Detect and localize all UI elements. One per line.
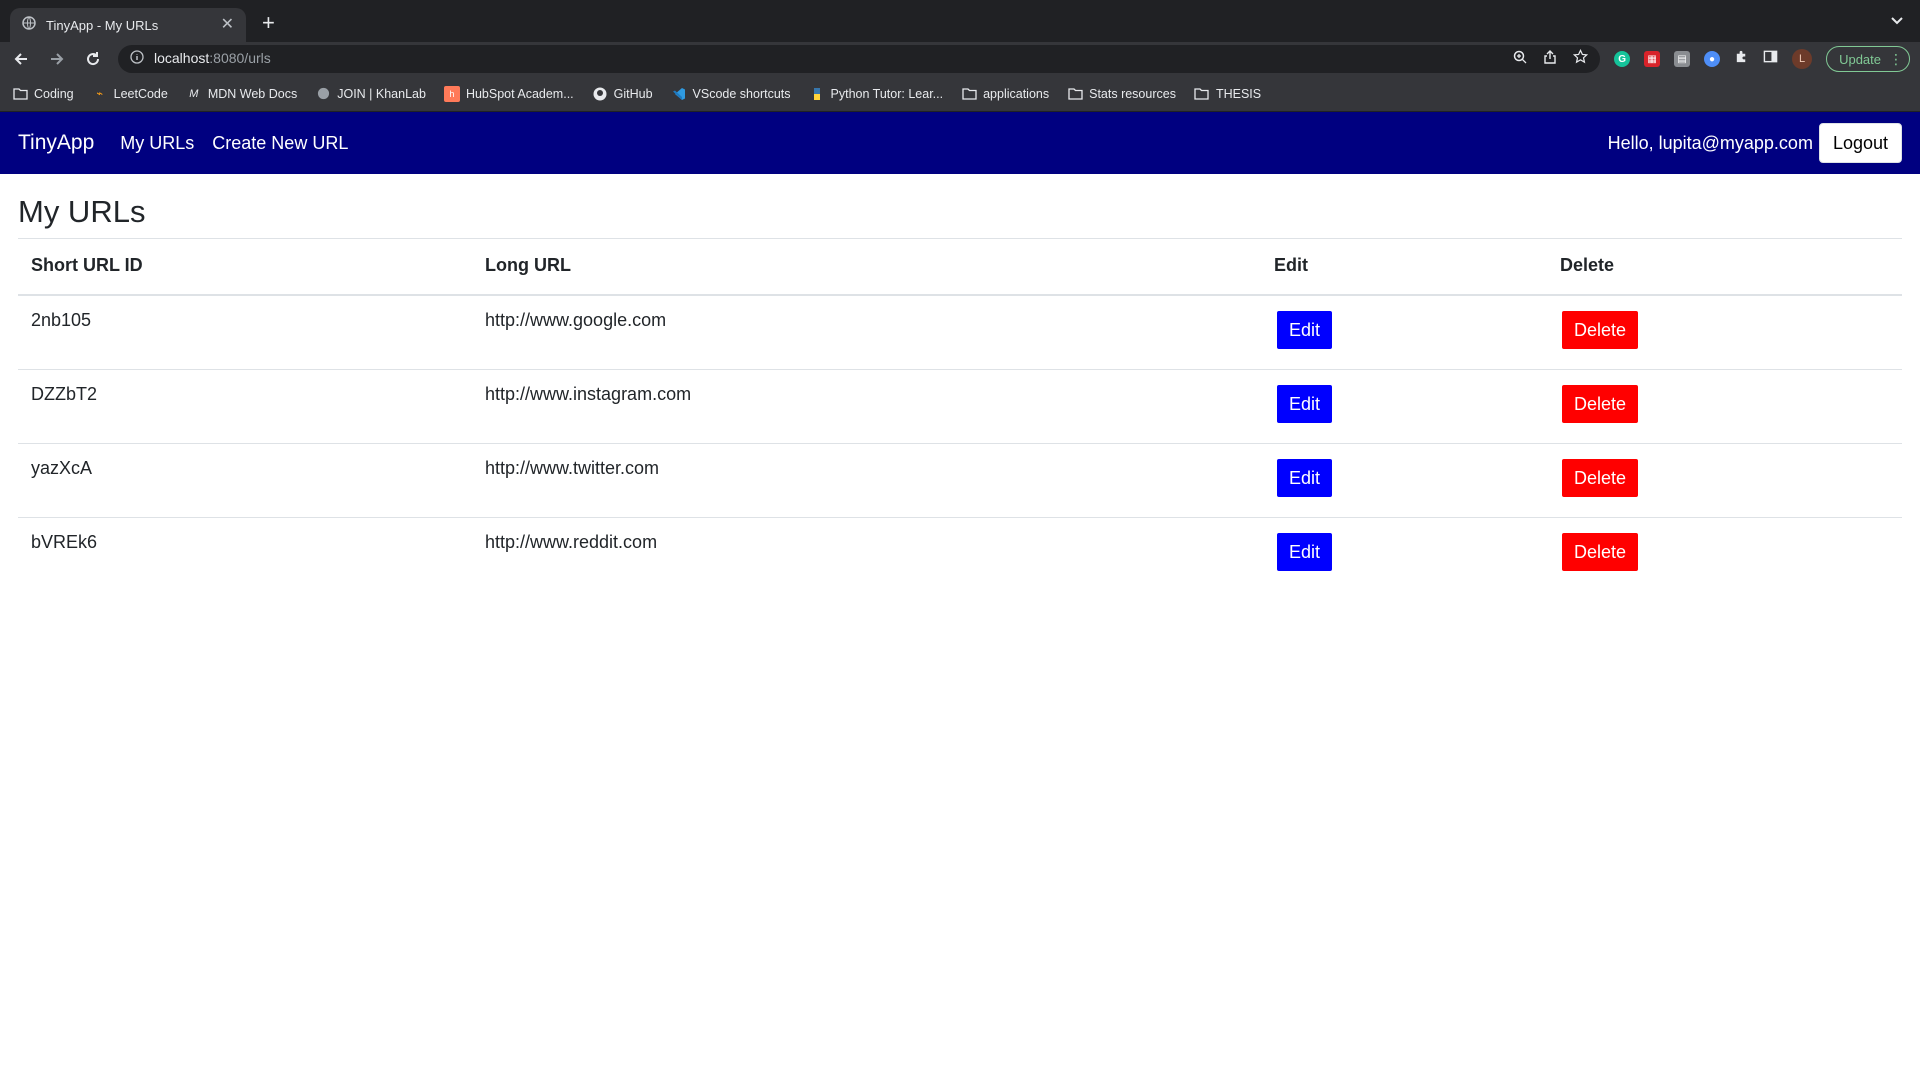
delete-button[interactable]: Delete (1562, 385, 1639, 423)
bookmark-label: THESIS (1215, 86, 1262, 101)
page-title: My URLs (18, 174, 1902, 239)
vscode-icon (671, 86, 687, 102)
info-icon[interactable] (130, 49, 144, 69)
bookmark-label: applications (983, 86, 1050, 101)
extension-red-icon[interactable]: ▦ (1644, 51, 1661, 67)
bookmark-python-tutor[interactable]: Python Tutor: Lear... (809, 86, 944, 102)
globe-icon (315, 86, 331, 102)
url-host: localhost (154, 50, 210, 66)
bookmark-applications[interactable]: applications (961, 86, 1049, 102)
browser-toolbar: localhost:8080/urls G ▦ ▤ ● L Update ⋮ (0, 42, 1920, 76)
long-url-cell: http://www.instagram.com (472, 369, 1261, 444)
back-arrow-icon[interactable] (10, 48, 32, 70)
mdn-icon: M (189, 87, 199, 100)
bookmark-coding[interactable]: Coding (12, 86, 74, 102)
column-header-edit: Edit (1261, 239, 1547, 296)
forward-arrow-icon[interactable] (46, 48, 68, 70)
long-url-cell: http://www.twitter.com (472, 443, 1261, 518)
bookmark-mdn[interactable]: M MDN Web Docs (186, 86, 297, 102)
table-row: 2nb105 http://www.google.com Edit Delete (18, 295, 1902, 370)
address-bar[interactable]: localhost:8080/urls (118, 45, 1601, 73)
bookmark-label: VScode shortcuts (692, 86, 791, 101)
tab-title: TinyApp - My URLs (46, 17, 159, 33)
bookmark-stats-resources[interactable]: Stats resources (1067, 86, 1176, 102)
logout-button[interactable]: Logout (1818, 123, 1902, 163)
new-tab-icon[interactable]: + (262, 12, 275, 34)
profile-avatar[interactable]: L (1792, 49, 1813, 69)
folder-icon (1067, 86, 1083, 102)
folder-icon (12, 86, 28, 102)
bookmark-label: LeetCode (113, 86, 168, 101)
user-greeting: Hello, lupita@myapp.com (1607, 132, 1813, 153)
table-row: yazXcA http://www.twitter.com Edit Delet… (18, 443, 1902, 518)
short-url-cell: bVREk6 (31, 532, 98, 552)
short-url-cell: yazXcA (18, 443, 472, 518)
bookmark-label: JOIN | KhanLab (337, 86, 426, 101)
bookmark-label: Stats resources (1089, 86, 1176, 101)
long-url-cell: http://www.reddit.com (485, 532, 658, 552)
delete-button[interactable]: Delete (1562, 459, 1639, 497)
grammarly-icon[interactable]: G (1614, 51, 1631, 67)
chevron-down-icon[interactable] (1890, 13, 1904, 31)
kebab-menu-icon: ⋮ (1889, 51, 1903, 67)
long-url-cell: http://www.google.com (472, 295, 1261, 370)
table-row: bVREk6 http://www.reddit.com Edit Delete (18, 518, 1902, 592)
delete-button[interactable]: Delete (1562, 533, 1639, 571)
github-icon (592, 86, 608, 102)
column-header-delete: Delete (1547, 239, 1902, 296)
extension-blue-icon[interactable]: ● (1704, 51, 1721, 67)
bookmark-hubspot[interactable]: h HubSpot Academ... (443, 85, 574, 102)
main-content: My URLs Short URL ID Long URL Edit Delet… (0, 174, 1920, 591)
nav-my-urls[interactable]: My URLs (120, 133, 194, 154)
bookmark-label: Coding (34, 86, 74, 101)
url-path: :8080/urls (209, 50, 271, 66)
column-header-long-url: Long URL (472, 239, 1261, 296)
browser-tabstrip: TinyApp - My URLs ✕ + (0, 0, 1920, 42)
edit-button[interactable]: Edit (1277, 385, 1333, 423)
delete-button[interactable]: Delete (1562, 311, 1639, 349)
column-header-short-url: Short URL ID (18, 239, 472, 296)
bookmark-label: GitHub (613, 86, 653, 101)
table-header-row: Short URL ID Long URL Edit Delete (18, 239, 1902, 296)
short-url-cell: 2nb105 (18, 295, 472, 370)
edit-button[interactable]: Edit (1277, 311, 1333, 349)
bookmark-label: HubSpot Academ... (465, 86, 574, 101)
folder-icon (961, 86, 977, 102)
nav-create-new-url[interactable]: Create New URL (212, 133, 348, 154)
zoom-icon[interactable] (1513, 50, 1527, 69)
brand-link[interactable]: TinyApp (18, 131, 94, 155)
edit-button[interactable]: Edit (1277, 459, 1333, 497)
reload-icon[interactable] (82, 48, 104, 70)
globe-icon (22, 15, 36, 35)
bookmark-label: Python Tutor: Lear... (830, 86, 944, 101)
bookmark-leetcode[interactable]: ⌁ LeetCode (92, 86, 168, 102)
star-icon[interactable] (1572, 48, 1589, 69)
browser-tab[interactable]: TinyApp - My URLs ✕ (10, 8, 246, 42)
bookmarks-bar: Coding ⌁ LeetCode M MDN Web Docs JOIN | … (0, 76, 1920, 112)
close-tab-icon[interactable]: ✕ (221, 17, 234, 33)
table-row: DZZbT2 http://www.instagram.com Edit Del… (18, 369, 1902, 444)
hubspot-icon: h (443, 85, 460, 102)
python-icon (809, 86, 825, 102)
short-url-cell: DZZbT2 (18, 369, 472, 444)
app-navbar: TinyApp My URLs Create New URL Hello, lu… (0, 112, 1920, 174)
folder-icon (1194, 86, 1210, 102)
bookmark-label: MDN Web Docs (207, 86, 298, 101)
bookmark-vscode[interactable]: VScode shortcuts (671, 86, 791, 102)
bookmark-thesis[interactable]: THESIS (1194, 86, 1261, 102)
puzzle-icon[interactable] (1734, 49, 1749, 69)
update-button[interactable]: Update ⋮ (1826, 46, 1910, 72)
urls-table: Short URL ID Long URL Edit Delete 2nb105… (18, 239, 1902, 591)
update-label: Update (1839, 51, 1881, 67)
bookmark-github[interactable]: GitHub (592, 86, 653, 102)
bookmark-join-khanlab[interactable]: JOIN | KhanLab (315, 86, 426, 102)
share-icon[interactable] (1543, 49, 1557, 69)
side-panel-icon[interactable] (1763, 49, 1778, 69)
extension-gray-icon[interactable]: ▤ (1674, 51, 1691, 67)
leetcode-icon: ⌁ (96, 88, 103, 100)
edit-button[interactable]: Edit (1277, 533, 1333, 571)
